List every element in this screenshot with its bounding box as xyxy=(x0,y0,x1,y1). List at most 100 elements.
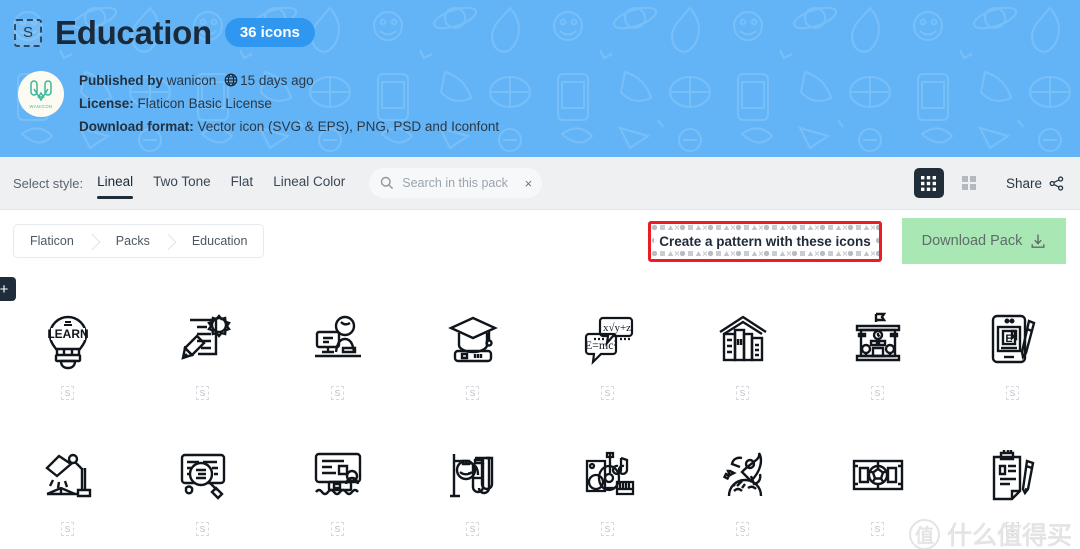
create-pattern-label: Create a pattern with these icons xyxy=(654,231,876,251)
icon-selection-marker[interactable]: S xyxy=(331,386,344,400)
search-icon xyxy=(381,176,394,190)
pack-title-row: S Education 36 icons xyxy=(14,16,1080,49)
learn-lightbulb-icon: LEARN xyxy=(37,300,99,378)
icon-selection-marker[interactable]: S xyxy=(871,522,884,536)
graduation-cap-book-icon xyxy=(442,300,504,378)
style-tab-flat[interactable]: Flat xyxy=(231,174,254,192)
share-button[interactable]: Share xyxy=(1006,176,1064,191)
breadcrumb-separator xyxy=(90,225,100,257)
icon-cell-research-magnifier[interactable]: S xyxy=(135,422,270,549)
breadcrumb: Flaticon Packs Education xyxy=(13,224,265,258)
icon-cell-online-learning[interactable]: S xyxy=(270,286,405,422)
icon-selection-marker[interactable]: S xyxy=(466,386,479,400)
icon-cell-clipboard-pen[interactable]: S xyxy=(945,422,1080,549)
icon-selection-marker[interactable]: S xyxy=(196,522,209,536)
icon-selection-marker[interactable]: S xyxy=(466,522,479,536)
share-icon xyxy=(1049,175,1064,191)
breadcrumb-item-education[interactable]: Education xyxy=(176,225,264,257)
license-line: License: Flaticon Basic License xyxy=(79,92,499,115)
style-tab-two-tone[interactable]: Two Tone xyxy=(153,174,211,192)
breadcrumb-separator xyxy=(166,225,176,257)
icon-grid: LEARN S S S S x√y+z E=mc² S S S E S S S … xyxy=(0,272,1080,549)
icon-selection-marker[interactable]: S xyxy=(1006,522,1019,536)
download-format-label: Download format: xyxy=(79,119,194,134)
grid-dense-icon xyxy=(921,175,937,191)
icon-cell-chemistry-lab[interactable]: S xyxy=(405,422,540,549)
breadcrumb-item-packs[interactable]: Packs xyxy=(100,225,166,257)
create-pattern-highlight: Create a pattern with these icons xyxy=(648,220,882,262)
icon-cell-rocket-planet[interactable]: S xyxy=(675,422,810,549)
select-style-label: Select style: xyxy=(13,175,84,191)
license-value: Flaticon Basic License xyxy=(137,96,272,111)
icon-cell-desk-lamp-book[interactable]: S xyxy=(0,422,135,549)
grid-large-icon xyxy=(961,176,976,190)
whiteboard-teacher-icon xyxy=(307,436,369,514)
icon-selection-marker[interactable]: S xyxy=(871,386,884,400)
style-toolbar: Select style: Lineal Two Tone Flat Linea… xyxy=(0,157,1080,210)
icon-cell-library-books[interactable]: S xyxy=(675,286,810,422)
wanicon-logo-icon xyxy=(30,79,52,101)
style-tab-lineal[interactable]: Lineal xyxy=(97,174,134,199)
author-name[interactable]: wanicon xyxy=(167,73,217,88)
icon-cell-learn-lightbulb[interactable]: LEARN S xyxy=(0,286,135,422)
chemistry-lab-icon xyxy=(442,436,504,514)
published-time: 15 days ago xyxy=(240,73,314,88)
icon-selection-marker[interactable]: S xyxy=(61,386,74,400)
rocket-planet-icon xyxy=(712,436,774,514)
icon-cell-soccer-field[interactable]: S xyxy=(810,422,945,549)
icon-selection-marker[interactable]: S xyxy=(601,522,614,536)
online-learning-icon xyxy=(307,300,369,378)
download-icon xyxy=(1031,234,1045,248)
svg-text:x√y+z: x√y+z xyxy=(602,322,630,334)
desk-lamp-book-icon xyxy=(37,436,99,514)
add-to-collection-button[interactable]: + xyxy=(0,277,16,301)
avatar-brand-text: WANICON xyxy=(29,103,53,109)
icon-selection-marker[interactable]: S xyxy=(736,522,749,536)
icon-cell-diploma-certificate[interactable]: S xyxy=(135,286,270,422)
view-mode-dense-button[interactable] xyxy=(913,168,944,198)
icon-cell-ebook-tablet-pen[interactable]: E S xyxy=(945,286,1080,422)
svg-text:E=mc²: E=mc² xyxy=(584,338,617,352)
icon-selection-marker[interactable]: S xyxy=(1006,386,1019,400)
icon-selection-marker[interactable]: S xyxy=(331,522,344,536)
view-mode-large-button[interactable] xyxy=(954,168,984,198)
download-pack-label: Download Pack xyxy=(921,233,1023,249)
clipboard-pen-icon xyxy=(982,436,1044,514)
svg-text:LEARN: LEARN xyxy=(47,327,88,341)
icon-count-badge: 36 icons xyxy=(224,18,315,47)
icon-cell-music-class[interactable]: S xyxy=(540,422,675,549)
math-formula-chat-icon: x√y+z E=mc² xyxy=(577,300,639,378)
icon-grid-area: + LEARN S S S S x√y+z E=mc² S S S E S S … xyxy=(0,272,1080,549)
create-pattern-button[interactable]: Create a pattern with these icons xyxy=(651,223,879,259)
icon-cell-whiteboard-teacher[interactable]: S xyxy=(270,422,405,549)
icon-selection-marker[interactable]: S xyxy=(196,386,209,400)
icon-selection-marker[interactable]: S xyxy=(61,522,74,536)
breadcrumb-item-flaticon[interactable]: Flaticon xyxy=(14,225,90,257)
icon-cell-school-building[interactable]: S xyxy=(810,286,945,422)
icon-cell-math-formula-chat[interactable]: x√y+z E=mc² S xyxy=(540,286,675,422)
ebook-tablet-pen-icon: E xyxy=(982,300,1044,378)
music-class-icon xyxy=(577,436,639,514)
research-magnifier-icon xyxy=(172,436,234,514)
published-by-label: Published by xyxy=(79,73,164,88)
license-label: License: xyxy=(79,96,134,111)
icon-selection-marker[interactable]: S xyxy=(601,386,614,400)
share-label: Share xyxy=(1005,175,1042,191)
diploma-certificate-icon xyxy=(172,300,234,378)
globe-icon xyxy=(224,73,238,87)
soccer-field-icon xyxy=(847,436,909,514)
download-format-line: Download format: Vector icon (SVG & EPS)… xyxy=(79,115,499,138)
download-pack-button[interactable]: Download Pack xyxy=(902,218,1066,264)
school-building-icon xyxy=(847,300,909,378)
page-title: Education xyxy=(55,14,212,51)
author-avatar[interactable]: WANICON xyxy=(18,71,64,117)
pack-meta: WANICON Published by wanicon 15 days ago… xyxy=(14,67,1080,138)
icon-cell-graduation-cap-book[interactable]: S xyxy=(405,286,540,422)
close-icon[interactable]: × xyxy=(525,177,533,190)
style-tab-lineal-color[interactable]: Lineal Color xyxy=(273,174,345,192)
icon-selection-marker[interactable]: S xyxy=(736,386,749,400)
pack-header: S Education 36 icons WANICON Published b… xyxy=(0,0,1080,157)
search-box[interactable]: × xyxy=(369,168,543,198)
search-input[interactable] xyxy=(402,176,517,190)
action-bar: Flaticon Packs Education Create a patter… xyxy=(0,210,1080,272)
